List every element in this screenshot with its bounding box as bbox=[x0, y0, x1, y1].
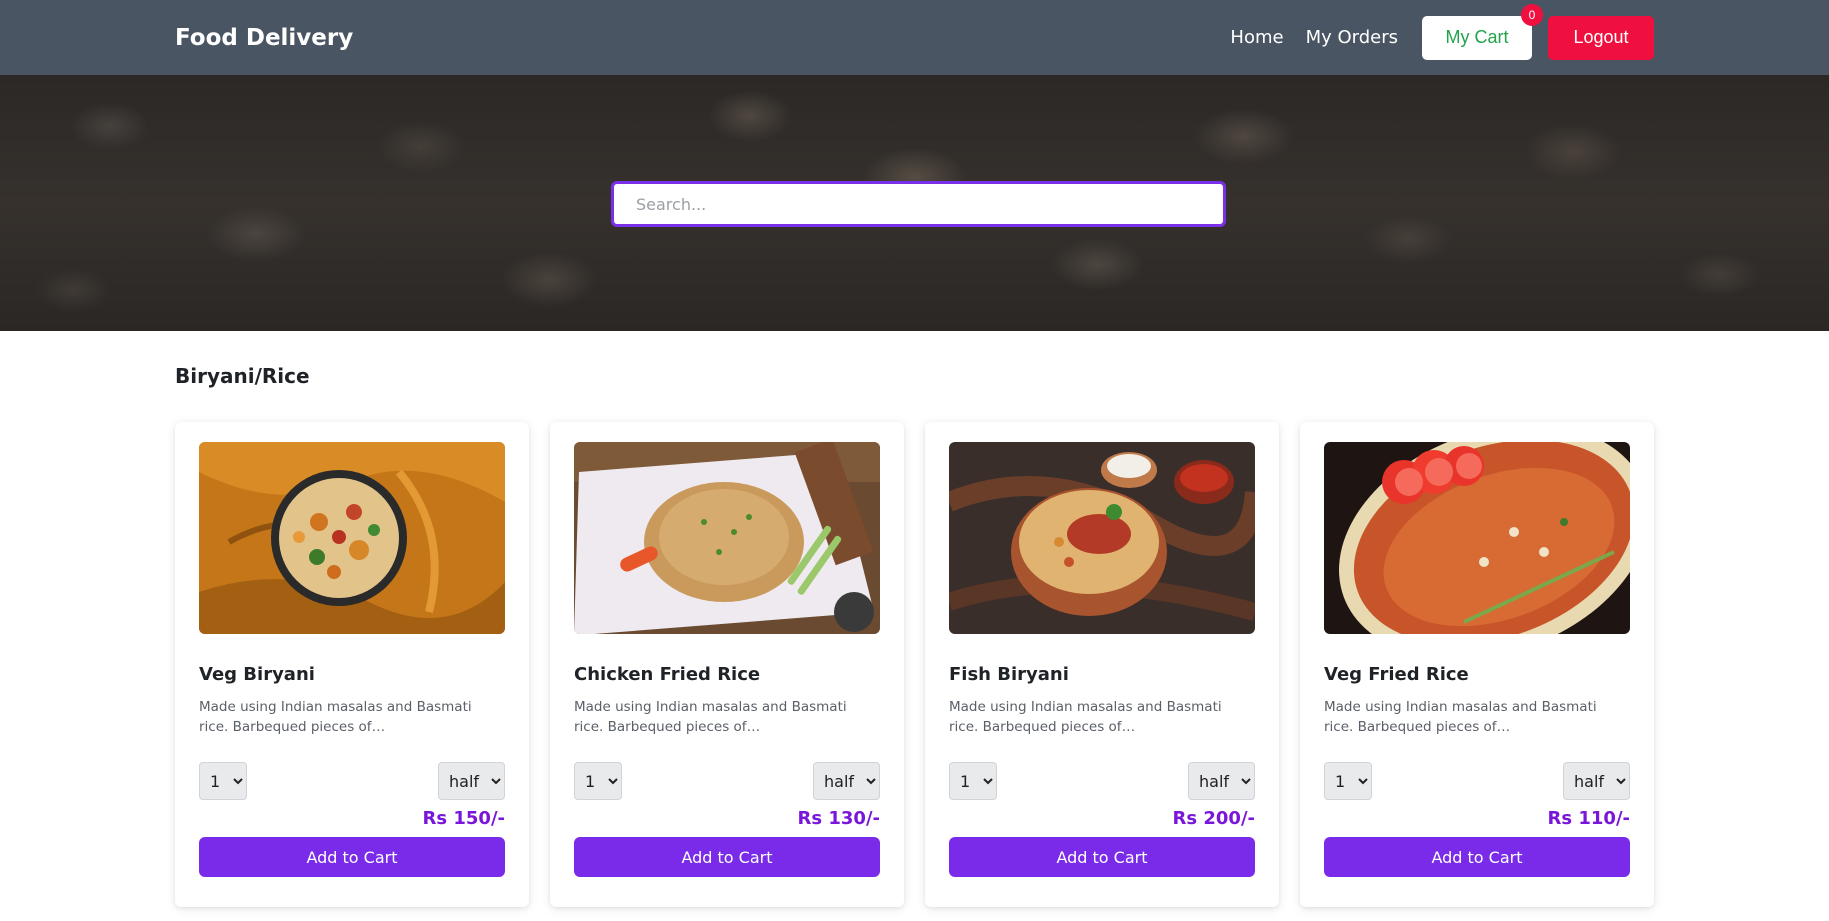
add-to-cart-button[interactable]: Add to Cart bbox=[1324, 837, 1630, 877]
veg-biryani-image bbox=[199, 442, 505, 634]
quantity-select[interactable]: 1 bbox=[949, 762, 997, 800]
food-price: Rs 200/- bbox=[1172, 808, 1255, 829]
chicken-fried-rice-photo bbox=[574, 442, 880, 634]
card-controls: 1 half bbox=[199, 762, 505, 800]
quantity-select[interactable]: 1 bbox=[574, 762, 622, 800]
fish-biryani-photo bbox=[949, 442, 1255, 634]
category-title: Biryani/Rice bbox=[175, 364, 310, 388]
food-card: Chicken Fried Rice Made using Indian mas… bbox=[550, 422, 904, 907]
food-price: Rs 110/- bbox=[1547, 808, 1630, 829]
food-name: Veg Fried Rice bbox=[1324, 664, 1469, 685]
food-description: Made using Indian masalas and Basmati ri… bbox=[574, 699, 847, 735]
search-input[interactable] bbox=[611, 181, 1226, 227]
size-select[interactable]: half bbox=[1188, 762, 1255, 800]
veg-fried-rice-photo bbox=[1324, 442, 1630, 634]
cart-count-badge: 0 bbox=[1521, 3, 1543, 26]
navbar: Food Delivery Home My Orders My Cart 0 L… bbox=[0, 0, 1829, 75]
food-card: Veg Biryani Made using Indian masalas an… bbox=[175, 422, 529, 907]
food-price: Rs 150/- bbox=[422, 808, 505, 829]
menu-content: Biryani/Rice Veg Biryani Made using Indi… bbox=[0, 364, 1829, 907]
quantity-select[interactable]: 1 bbox=[199, 762, 247, 800]
add-to-cart-button[interactable]: Add to Cart bbox=[574, 837, 880, 877]
hero-banner bbox=[0, 75, 1829, 331]
nav-links: Home My Orders My Cart 0 Logout bbox=[1208, 3, 1654, 60]
quantity-select[interactable]: 1 bbox=[1324, 762, 1372, 800]
add-to-cart-button[interactable]: Add to Cart bbox=[949, 837, 1255, 877]
add-to-cart-button[interactable]: Add to Cart bbox=[199, 837, 505, 877]
size-select[interactable]: half bbox=[438, 762, 505, 800]
food-price: Rs 130/- bbox=[797, 808, 880, 829]
card-controls: 1 half bbox=[574, 762, 880, 800]
veg-fried-rice-image bbox=[1324, 442, 1630, 634]
nav-home-link[interactable]: Home bbox=[1230, 27, 1283, 48]
chicken-fried-rice-image bbox=[574, 442, 880, 634]
brand-logo[interactable]: Food Delivery bbox=[175, 25, 353, 51]
food-cards: Veg Biryani Made using Indian masalas an… bbox=[175, 422, 1654, 907]
food-name: Chicken Fried Rice bbox=[574, 664, 761, 685]
card-controls: 1 half bbox=[1324, 762, 1630, 800]
size-select[interactable]: half bbox=[1563, 762, 1630, 800]
food-card: Veg Fried Rice Made using Indian masalas… bbox=[1300, 422, 1654, 907]
food-name: Veg Biryani bbox=[199, 664, 315, 685]
food-description: Made using Indian masalas and Basmati ri… bbox=[949, 699, 1222, 735]
food-card: Fish Biryani Made using Indian masalas a… bbox=[925, 422, 1279, 907]
logout-button[interactable]: Logout bbox=[1548, 15, 1654, 60]
my-cart-button[interactable]: My Cart 0 bbox=[1422, 3, 1543, 60]
food-description: Made using Indian masalas and Basmati ri… bbox=[199, 699, 472, 735]
veg-biryani-photo bbox=[199, 442, 505, 634]
food-name: Fish Biryani bbox=[949, 664, 1069, 685]
card-controls: 1 half bbox=[949, 762, 1255, 800]
food-description: Made using Indian masalas and Basmati ri… bbox=[1324, 699, 1597, 735]
fish-biryani-image bbox=[949, 442, 1255, 634]
nav-my-orders-link[interactable]: My Orders bbox=[1306, 27, 1398, 48]
my-cart-label: My Cart bbox=[1445, 27, 1509, 47]
size-select[interactable]: half bbox=[813, 762, 880, 800]
